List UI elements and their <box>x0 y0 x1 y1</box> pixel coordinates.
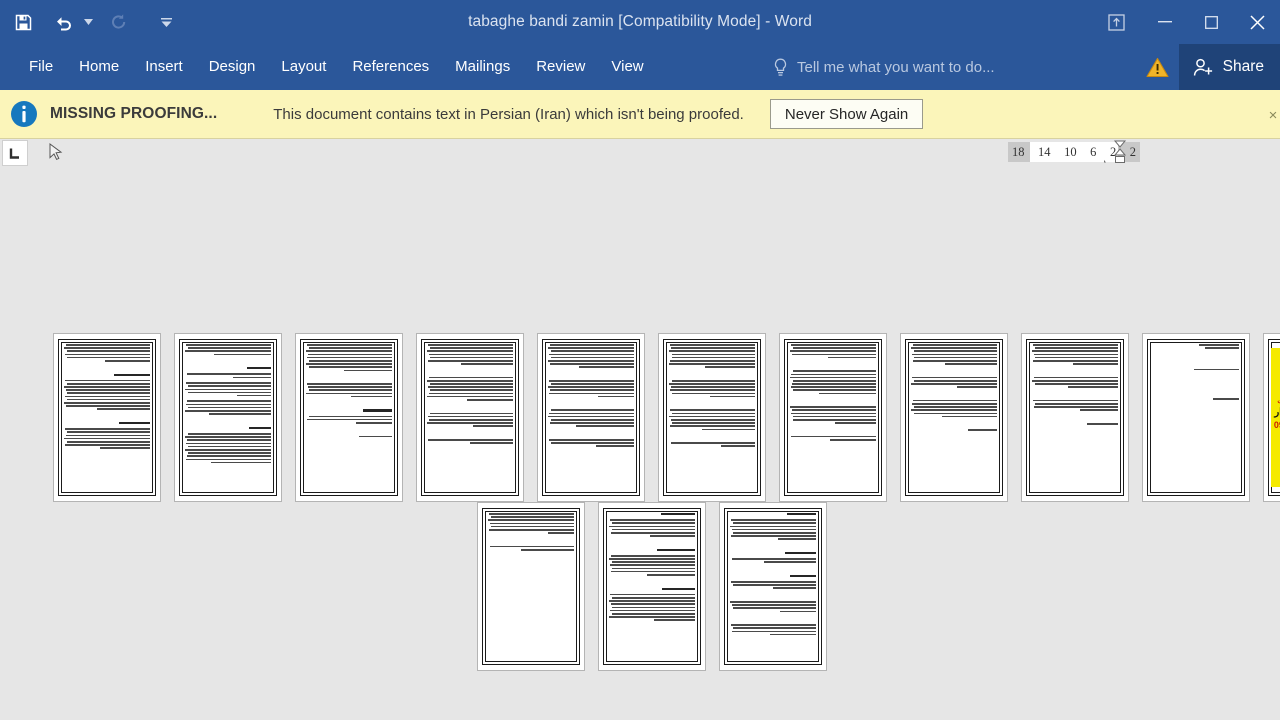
ribbon-display-options-icon[interactable] <box>1090 0 1142 44</box>
page-content <box>185 344 271 491</box>
page-thumbnail[interactable] <box>416 333 524 502</box>
tab-stop-selector[interactable] <box>2 140 28 166</box>
message-bar-close-icon[interactable]: × <box>1262 104 1280 126</box>
ad-price-line: با کمترین قیمت بازار <box>1274 407 1280 418</box>
word-window: tabaghe bandi zamin [Compatibility Mode]… <box>0 0 1280 720</box>
quick-access-toolbar <box>0 0 174 44</box>
share-label: Share <box>1222 58 1264 75</box>
ribbon-tabs: File Home Insert Design Layout Reference… <box>16 44 657 90</box>
page-thumbnail[interactable] <box>658 333 766 502</box>
advertisement-content: تحقیق آنلاین Tahghighonline.ir مرجع دانل… <box>1271 348 1280 487</box>
hruler-tick-3: 6 <box>1090 144 1097 159</box>
tab-references[interactable]: References <box>339 44 442 90</box>
page-thumbnail[interactable] <box>53 333 161 502</box>
page-content <box>730 513 816 660</box>
page-row-2 <box>477 502 827 671</box>
hruler-tick-2: 10 <box>1064 144 1077 159</box>
window-title: tabaghe bandi zamin [Compatibility Mode]… <box>468 13 812 30</box>
message-bar-title: MISSING PROOFING... <box>50 105 218 122</box>
warning-icon[interactable] <box>1137 44 1179 90</box>
page-thumbnail[interactable] <box>295 333 403 502</box>
page-thumbnail[interactable] <box>477 502 585 671</box>
page-thumbnail[interactable] <box>900 333 1008 502</box>
page-thumbnail[interactable] <box>598 502 706 671</box>
tab-view[interactable]: View <box>598 44 656 90</box>
page-thumbnail-advertisement[interactable]: تحقیق آنلاین Tahghighonline.ir مرجع دانل… <box>1263 333 1280 502</box>
page-thumbnail[interactable] <box>719 502 827 671</box>
ribbon-right-tools: Share <box>1137 44 1280 90</box>
page-content <box>306 344 392 491</box>
page-thumbnail[interactable] <box>537 333 645 502</box>
tell-me-placeholder: Tell me what you want to do... <box>797 58 995 76</box>
ribbon-tab-bar: File Home Insert Design Layout Reference… <box>0 44 1280 90</box>
page-thumbnail[interactable] <box>1142 333 1250 502</box>
window-controls <box>1090 0 1280 44</box>
share-button[interactable]: Share <box>1178 44 1280 90</box>
tab-file[interactable]: File <box>16 44 66 90</box>
page-content <box>64 344 150 491</box>
hruler-tick-0: 18 <box>1012 144 1025 159</box>
save-icon[interactable] <box>6 5 40 39</box>
never-show-again-button[interactable]: Never Show Again <box>769 99 924 129</box>
redo-icon <box>102 5 136 39</box>
restore-button[interactable] <box>1188 0 1234 44</box>
tell-me-search[interactable]: Tell me what you want to do... <box>773 44 995 90</box>
tab-review[interactable]: Review <box>523 44 598 90</box>
page-content <box>790 344 876 491</box>
customize-qat-icon[interactable] <box>158 5 174 39</box>
left-tab-icon <box>9 148 19 159</box>
page-thumbnail[interactable] <box>779 333 887 502</box>
undo-dropdown-icon[interactable] <box>80 5 96 39</box>
hruler-tick-5: 2 <box>1129 144 1136 159</box>
page-content <box>548 344 634 491</box>
page-content <box>488 513 574 660</box>
page-thumbnail[interactable] <box>174 333 282 502</box>
minimize-button[interactable] <box>1142 0 1188 44</box>
message-bar-text: This document contains text in Persian (… <box>273 105 744 123</box>
page-content <box>911 344 997 491</box>
page-thumbnail[interactable] <box>1021 333 1129 502</box>
ad-whatsapp: 09981366674 واتساپ <box>1273 420 1280 430</box>
page-content <box>609 513 695 660</box>
title-bar: tabaghe bandi zamin [Compatibility Mode]… <box>0 0 1280 44</box>
mouse-pointer-icon <box>49 143 63 161</box>
message-bar: MISSING PROOFING... This document contai… <box>0 90 1280 139</box>
tab-layout[interactable]: Layout <box>268 44 339 90</box>
close-button[interactable] <box>1234 0 1280 44</box>
lightbulb-icon <box>774 58 787 76</box>
document-canvas[interactable]: تحقیق آنلاین Tahghighonline.ir مرجع دانل… <box>0 166 1280 720</box>
page-content <box>669 344 755 491</box>
page-content <box>427 344 513 491</box>
page-content <box>1153 344 1239 491</box>
tab-insert[interactable]: Insert <box>132 44 196 90</box>
person-add-icon <box>1193 58 1212 76</box>
page-content <box>1032 344 1118 491</box>
tab-mailings[interactable]: Mailings <box>442 44 523 90</box>
hruler-tick-1: 14 <box>1038 144 1051 159</box>
undo-icon[interactable] <box>46 5 80 39</box>
info-icon <box>11 101 37 127</box>
page-row-1: تحقیق آنلاین Tahghighonline.ir مرجع دانل… <box>53 333 1280 502</box>
tab-home[interactable]: Home <box>66 44 132 90</box>
tab-design[interactable]: Design <box>196 44 269 90</box>
